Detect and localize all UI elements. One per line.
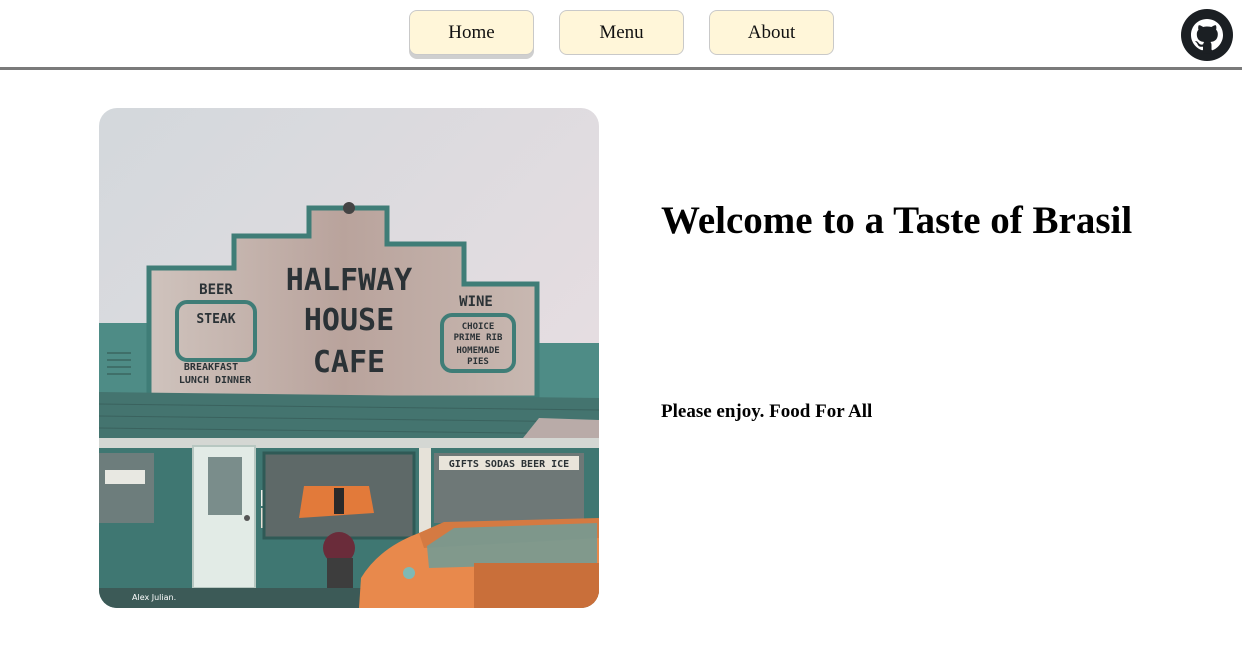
sign-line-3: CAFE bbox=[313, 345, 385, 380]
cafe-photo: HALFWAY HOUSE CAFE BEER STEAK BREAKFAST … bbox=[99, 108, 599, 608]
sign-prime-rib: PRIME RIB bbox=[454, 333, 503, 343]
sign-line-1: HALFWAY bbox=[286, 263, 412, 298]
storefront-sign: GIFTS SODAS BEER ICE bbox=[449, 459, 569, 470]
cafe-photo-illustration: HALFWAY HOUSE CAFE BEER STEAK BREAKFAST … bbox=[99, 108, 599, 608]
github-icon[interactable] bbox=[1180, 8, 1234, 62]
sign-line-2: HOUSE bbox=[304, 303, 394, 338]
page-title: Welcome to a Taste of Brasil bbox=[661, 199, 1133, 242]
nav-menu-button[interactable]: Menu bbox=[559, 10, 684, 55]
sign-homemade: HOMEMADE bbox=[456, 346, 499, 356]
sign-choice: CHOICE bbox=[462, 322, 495, 332]
nav-about-button[interactable]: About bbox=[709, 10, 834, 55]
top-navigation-bar: Home Menu About bbox=[0, 0, 1242, 70]
nav-home-button[interactable]: Home bbox=[409, 10, 534, 55]
main-nav: Home Menu About bbox=[409, 10, 834, 55]
sign-steak: STEAK bbox=[196, 312, 235, 327]
photo-credit: Alex Julian. bbox=[132, 593, 176, 602]
sign-beer: BEER bbox=[199, 282, 233, 298]
sign-breakfast: BREAKFAST bbox=[184, 362, 238, 373]
sign-wine: WINE bbox=[459, 294, 493, 310]
sign-pies: PIES bbox=[467, 357, 489, 367]
sign-lunch-dinner: LUNCH DINNER bbox=[179, 375, 252, 386]
page-subtitle: Please enjoy. Food For All bbox=[661, 401, 873, 422]
